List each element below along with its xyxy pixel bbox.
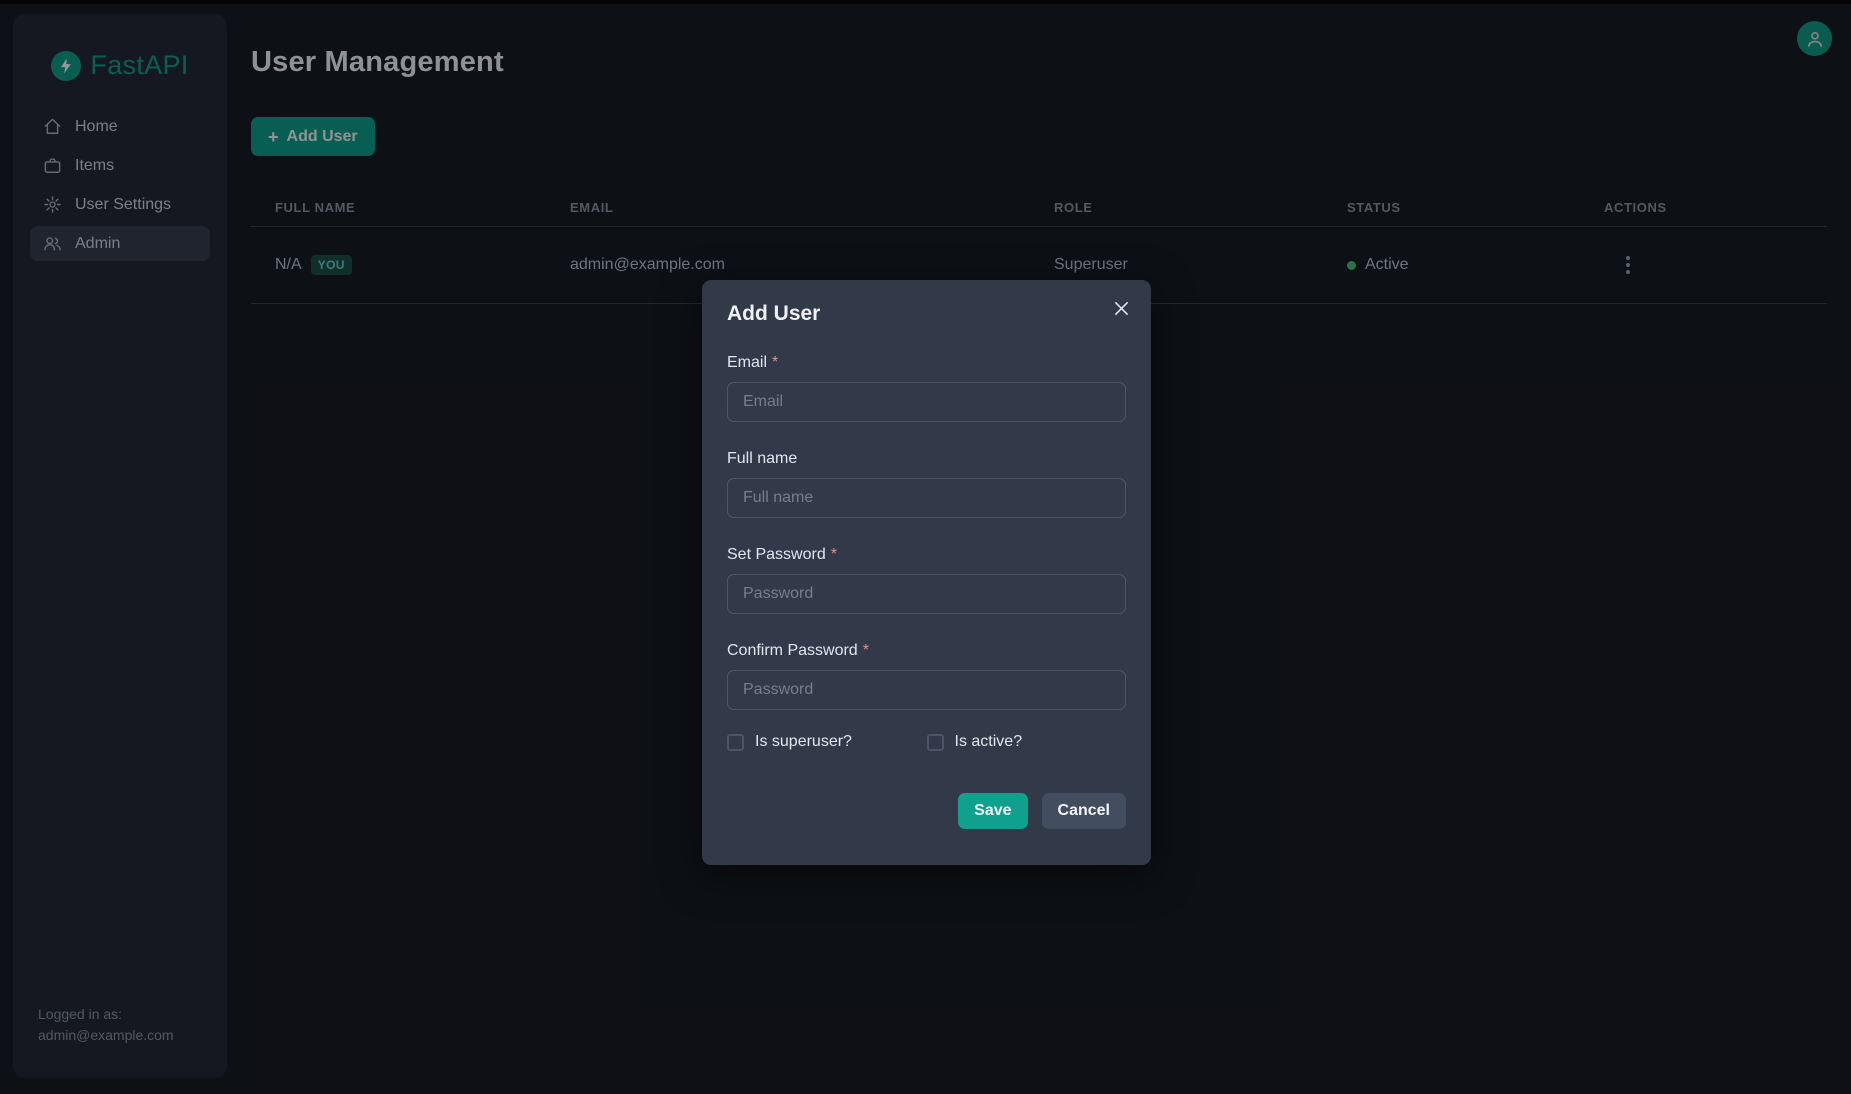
email-field-label: Email*	[727, 354, 1126, 372]
is-active-label: Is active?	[955, 733, 1023, 751]
is-superuser-checkbox[interactable]	[727, 734, 744, 751]
set-password-field[interactable]	[727, 574, 1126, 614]
modal-title: Add User	[727, 302, 820, 326]
confirm-password-field-label: Confirm Password*	[727, 642, 1126, 660]
modal-header: Add User	[727, 302, 1126, 326]
is-active-check-group: Is active?	[927, 733, 1127, 751]
modal-footer: Save Cancel	[727, 793, 1126, 829]
is-superuser-label: Is superuser?	[755, 733, 852, 751]
confirm-password-field[interactable]	[727, 670, 1126, 710]
required-asterisk: *	[863, 642, 869, 659]
full-name-field-group: Full name	[727, 450, 1126, 518]
add-user-modal: Add User Email* Full name Set Password* …	[702, 280, 1151, 865]
is-active-checkbox[interactable]	[927, 734, 944, 751]
required-asterisk: *	[831, 546, 837, 563]
email-field-group: Email*	[727, 354, 1126, 422]
close-icon[interactable]	[1111, 298, 1132, 319]
save-button[interactable]: Save	[958, 793, 1027, 829]
email-field[interactable]	[727, 382, 1126, 422]
set-password-field-group: Set Password*	[727, 546, 1126, 614]
full-name-field-label: Full name	[727, 450, 1126, 468]
checkbox-row: Is superuser? Is active?	[727, 733, 1126, 751]
cancel-button[interactable]: Cancel	[1042, 793, 1126, 829]
app-window: FastAPI Home Items User Settings	[0, 0, 1851, 1094]
full-name-field[interactable]	[727, 478, 1126, 518]
required-asterisk: *	[772, 354, 778, 371]
set-password-field-label: Set Password*	[727, 546, 1126, 564]
confirm-password-field-group: Confirm Password*	[727, 642, 1126, 710]
is-superuser-check-group: Is superuser?	[727, 733, 927, 751]
